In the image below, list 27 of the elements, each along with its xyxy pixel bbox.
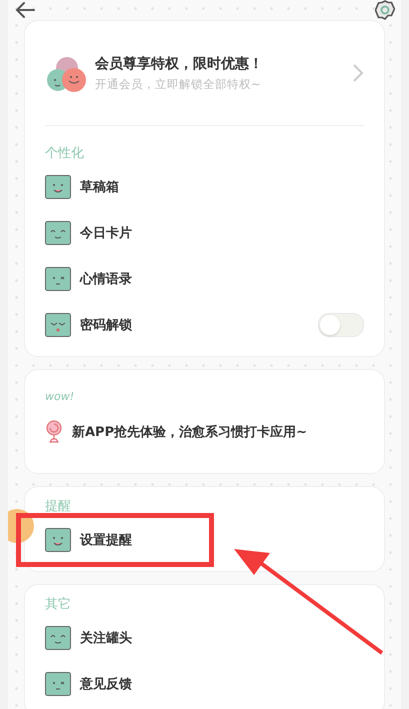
menu-item[interactable]: 关注罐头 [80,629,132,647]
face-icon [45,267,71,291]
face-icon [45,175,71,199]
lollipop-icon [45,420,63,444]
face-icon [45,313,71,337]
section-title: 个性化 [45,145,85,163]
face-icon [45,626,71,650]
promo-link[interactable]: 新APP抢先体验，治愈系习惯打卡应用~ [72,423,308,441]
item-label: 密码解锁 [80,316,132,334]
banner-subtitle: 开通会员，立即解锁全部特权~ [95,76,262,92]
back-icon[interactable] [14,0,36,20]
toggle-switch[interactable] [318,313,364,337]
menu-item[interactable]: 心情语录 [80,270,132,288]
section-title: 其它 [45,596,72,614]
menu-item[interactable]: 草稿箱 [80,178,119,196]
face-icon [45,672,71,696]
section-title: 提醒 [45,498,72,516]
menu-item[interactable]: 今日卡片 [80,224,132,242]
face-icon [45,221,71,245]
menu-item[interactable]: 意见反馈 [80,675,132,693]
face-icon [45,528,71,552]
menu-item[interactable]: 设置提醒 [80,531,132,549]
banner-title: 会员尊享特权，限时优惠！ [95,54,264,72]
settings-icon[interactable] [375,0,395,20]
wow-tag: wow! [45,370,364,409]
membership-banner[interactable]: 会员尊享特权，限时优惠！ 开通会员，立即解锁全部特权~ [45,21,364,125]
chevron-right-icon [352,63,364,83]
